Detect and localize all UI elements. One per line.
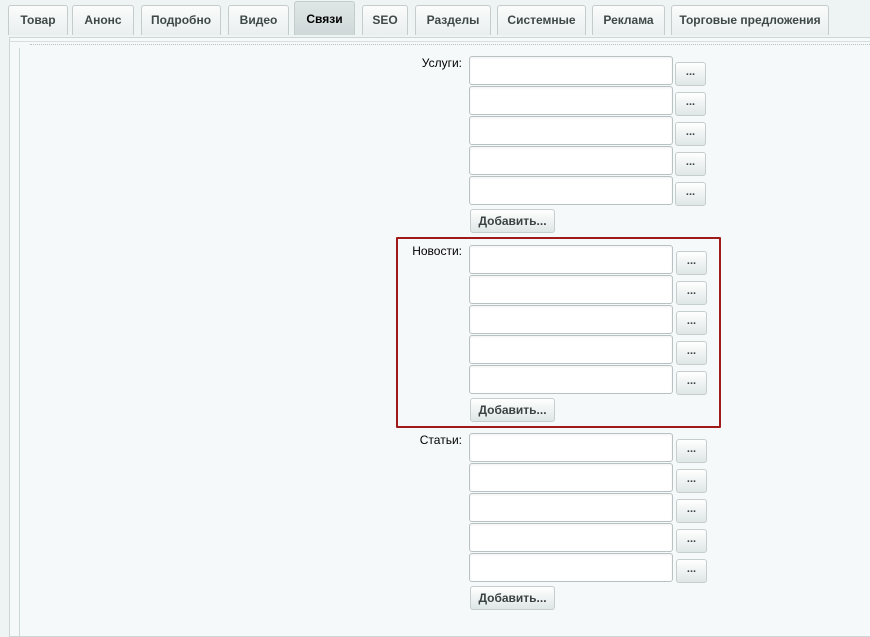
tab-anons[interactable]: Анонс — [72, 5, 134, 35]
link-field[interactable] — [469, 433, 673, 462]
browse-button[interactable]: ... — [676, 439, 707, 463]
tab-bar: Товар Анонс Подробно Видео Связи SEO Раз… — [0, 0, 870, 38]
browse-button[interactable]: ... — [676, 281, 707, 305]
tab-razdely[interactable]: Разделы — [415, 5, 491, 35]
panel-dotted-divider — [30, 44, 870, 45]
browse-button[interactable]: ... — [675, 152, 706, 176]
link-field[interactable] — [469, 116, 673, 145]
browse-button[interactable]: ... — [676, 341, 707, 365]
link-field[interactable] — [469, 365, 673, 394]
browse-button[interactable]: ... — [675, 122, 706, 146]
link-field[interactable] — [469, 553, 673, 582]
link-field[interactable] — [469, 146, 673, 175]
link-field[interactable] — [469, 275, 673, 304]
browse-button[interactable]: ... — [676, 251, 707, 275]
panel-inner-border — [19, 48, 20, 636]
browse-button[interactable]: ... — [676, 559, 707, 583]
tab-svyazi[interactable]: Связи — [294, 1, 355, 35]
add-button[interactable]: Добавить... — [470, 398, 555, 422]
browse-button[interactable]: ... — [676, 469, 707, 493]
link-field[interactable] — [469, 86, 673, 115]
tab-podrobno[interactable]: Подробно — [141, 5, 221, 35]
tab-seo[interactable]: SEO — [362, 5, 408, 35]
browse-button[interactable]: ... — [676, 499, 707, 523]
panel-top-border — [10, 41, 870, 42]
browse-button[interactable]: ... — [676, 311, 707, 335]
browse-button[interactable]: ... — [675, 62, 706, 86]
link-field[interactable] — [469, 463, 673, 492]
link-field[interactable] — [469, 335, 673, 364]
add-button[interactable]: Добавить... — [470, 586, 555, 610]
tab-video[interactable]: Видео — [228, 5, 289, 35]
tab-torgovye-predlozheniya[interactable]: Торговые предложения — [671, 5, 829, 35]
section-label: Услуги: — [421, 56, 462, 70]
browse-button[interactable]: ... — [676, 371, 707, 395]
add-button[interactable]: Добавить... — [470, 209, 555, 233]
browse-button[interactable]: ... — [675, 92, 706, 116]
link-field[interactable] — [469, 56, 673, 85]
section-label: Статьи: — [419, 433, 462, 447]
browse-button[interactable]: ... — [676, 529, 707, 553]
browse-button[interactable]: ... — [675, 182, 706, 206]
tab-reklama[interactable]: Реклама — [592, 5, 665, 35]
link-field[interactable] — [469, 493, 673, 522]
link-field[interactable] — [469, 245, 673, 274]
link-field[interactable] — [469, 523, 673, 552]
link-field[interactable] — [469, 176, 673, 205]
tab-sistemnye[interactable]: Системные — [497, 5, 586, 35]
section-label: Новости: — [412, 244, 462, 258]
link-field[interactable] — [469, 305, 673, 334]
tab-tovar[interactable]: Товар — [8, 5, 68, 35]
